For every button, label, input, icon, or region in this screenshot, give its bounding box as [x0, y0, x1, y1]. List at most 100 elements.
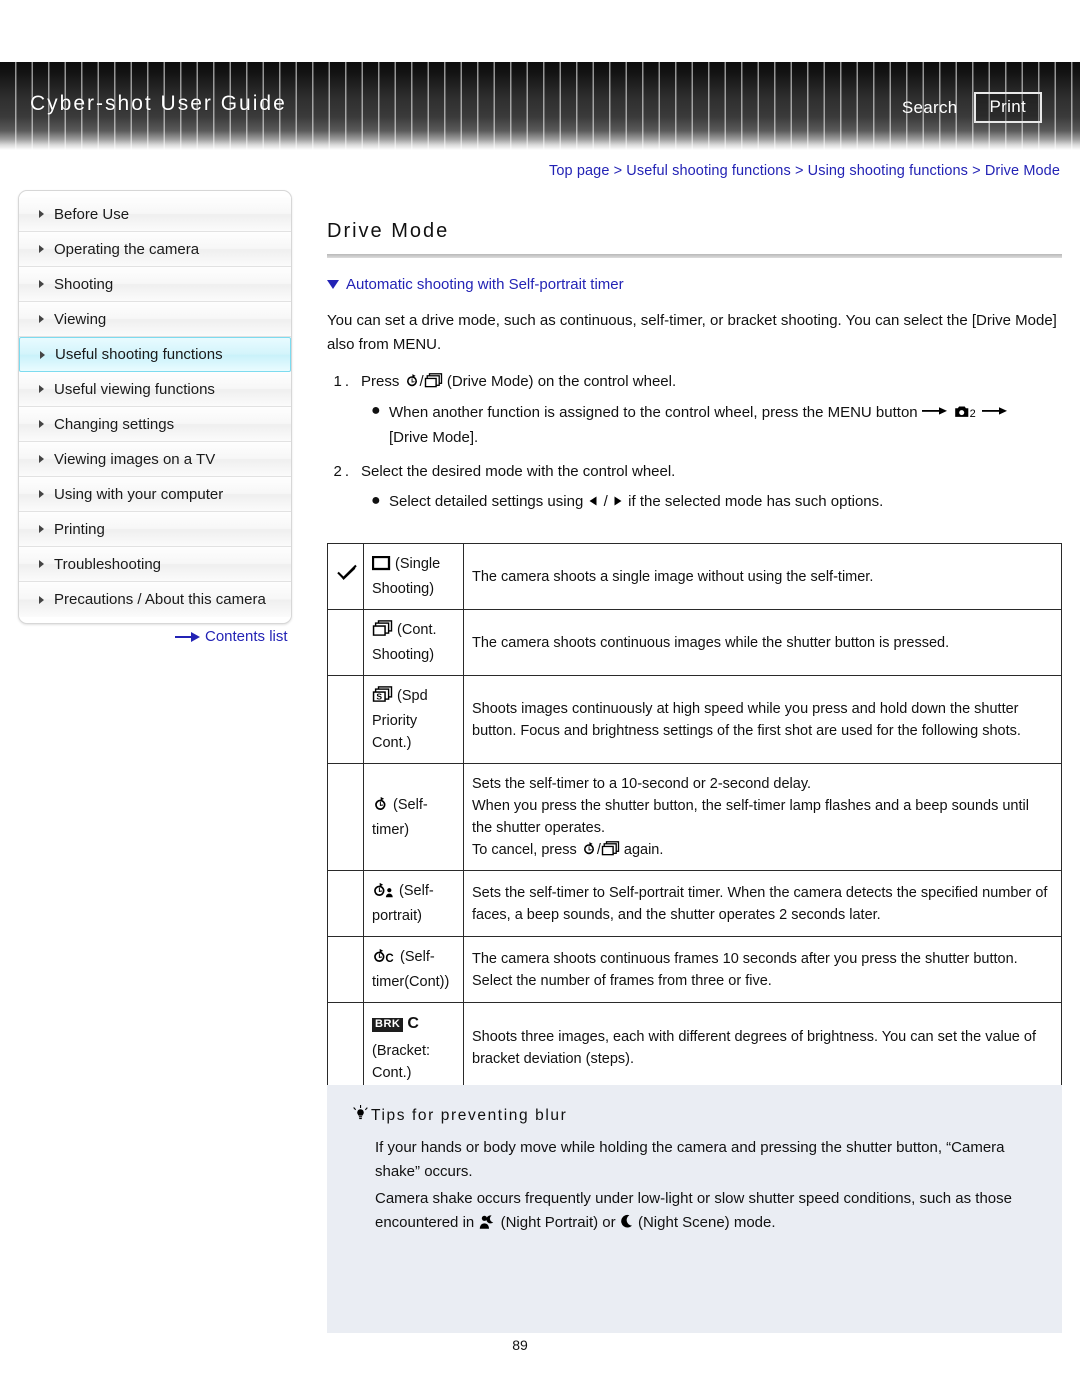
- chevron-right-icon: [39, 420, 44, 428]
- row-description-cell: The camera shoots a single image without…: [463, 542, 1062, 611]
- self-timer-icon: [581, 841, 597, 857]
- row-description-cell: Sets the self-timer to Self-portrait tim…: [463, 870, 1062, 938]
- desc-line-3: To cancel, press / again.: [472, 841, 664, 859]
- sidebar-item-viewing-images-on-a-tv[interactable]: Viewing images on a TV: [19, 442, 291, 477]
- step-number: 2.: [333, 463, 352, 481]
- tips-paragraph-2-mid: (Night Portrait) or: [500, 1213, 616, 1231]
- toggle-link-label: Automatic shooting with Self-portrait ti…: [346, 276, 624, 293]
- brk-badge: BRK: [372, 1018, 404, 1033]
- svg-text:C: C: [385, 953, 393, 964]
- desc-line-3-text: To cancel, press: [472, 842, 577, 859]
- row-checkmark-cell[interactable]: [327, 609, 364, 677]
- table-row: S (Spd Priority Cont.) Shoots images con…: [327, 675, 1062, 765]
- step-text-before: Press: [361, 372, 400, 390]
- sidebar-item-operating-the-camera[interactable]: Operating the camera: [19, 232, 291, 267]
- chevron-right-icon: [39, 490, 44, 498]
- main-content: Drive Mode Automatic shooting with Self-…: [327, 200, 1062, 1185]
- print-button[interactable]: Print: [973, 92, 1042, 123]
- sidebar-item-changing-settings[interactable]: Changing settings: [19, 407, 291, 442]
- sidebar-item-printing[interactable]: Printing: [19, 512, 291, 547]
- title-divider: [327, 254, 1062, 258]
- table-row: (Cont. Shooting) The camera shoots conti…: [327, 609, 1062, 677]
- sidebar-item-label: Useful shooting functions: [55, 346, 223, 363]
- contents-list-label: Contents list: [205, 628, 288, 645]
- sidebar-item-label: Viewing images on a TV: [54, 450, 216, 468]
- breadcrumb[interactable]: Top page > Useful shooting functions > U…: [549, 163, 1060, 179]
- tips-heading-label: Tips for preventing blur: [371, 1107, 568, 1124]
- table-row: BRK C (Bracket: Cont.) Shoots three imag…: [327, 1002, 1062, 1094]
- tips-paragraph-2: Camera shake occurs frequently under low…: [375, 1187, 1036, 1239]
- continuous-frames-icon: [372, 620, 393, 644]
- arrow-right-icon: [612, 490, 624, 506]
- sidebar-item-label: Shooting: [54, 275, 114, 293]
- row-checkmark-cell[interactable]: [327, 675, 364, 765]
- row-checkmark-cell[interactable]: [327, 542, 364, 611]
- row-checkmark-cell[interactable]: [327, 1002, 364, 1094]
- row-checkmark-cell[interactable]: [327, 870, 364, 938]
- checkmark-icon: [336, 564, 358, 582]
- bullet-text: When another function is assigned to the…: [389, 399, 1062, 452]
- row-description-cell: Shoots three images, each with different…: [463, 1002, 1062, 1094]
- header-actions: Search Print: [902, 92, 1042, 123]
- row-mode-cell: BRK C (Bracket: Cont.): [363, 1002, 464, 1094]
- sidebar-item-precautions-about-this-camera[interactable]: Precautions / About this camera: [19, 582, 291, 617]
- page-number: 89: [512, 1337, 528, 1353]
- search-button[interactable]: Search: [902, 98, 958, 118]
- bullet-text-after: if the selected mode has such options.: [628, 493, 884, 511]
- desc-line-1: Sets the self-timer to a 10-second or 2-…: [472, 776, 812, 793]
- self-timer-cont-icon: C: [372, 948, 396, 971]
- tips-paragraph-1: If your hands or body move while holding…: [375, 1139, 1005, 1181]
- desc-line-2: When you press the shutter button, the s…: [472, 798, 1029, 837]
- sidebar-item-label: Useful viewing functions: [54, 380, 215, 398]
- contents-list-link[interactable]: Contents list: [175, 628, 288, 645]
- sidebar-item-troubleshooting[interactable]: Troubleshooting: [19, 547, 291, 582]
- sidebar-item-shooting[interactable]: Shooting: [19, 267, 291, 302]
- sidebar-item-useful-shooting-functions[interactable]: Useful shooting functions: [19, 337, 291, 372]
- self-portrait-timer-icon: [372, 882, 395, 905]
- sidebar-item-viewing[interactable]: Viewing: [19, 302, 291, 337]
- self-portrait-toggle-link[interactable]: Automatic shooting with Self-portrait ti…: [327, 276, 1062, 293]
- page-title: Drive Mode: [327, 220, 450, 242]
- app-title: Cyber-shot User Guide: [30, 92, 287, 115]
- chevron-right-icon: [39, 595, 44, 604]
- sidebar-item-before-use[interactable]: Before Use: [19, 197, 291, 232]
- sidebar-nav: Before Use Operating the camera Shooting…: [18, 190, 292, 624]
- step-1: 1. Press / (Drive Mode) on the control w…: [327, 370, 1062, 394]
- step-number: 1.: [333, 372, 352, 390]
- row-mode-cell: S (Spd Priority Cont.): [363, 675, 464, 765]
- row-checkmark-cell[interactable]: [327, 763, 364, 872]
- tips-box: Tips for preventing blur If your hands o…: [327, 1085, 1062, 1333]
- bullet-text-after: [Drive Mode].: [389, 429, 479, 447]
- row-description-cell: The camera shoots continuous images whil…: [463, 609, 1062, 677]
- desc-line-3-tail: again.: [623, 842, 664, 859]
- bullet-text-before: Select detailed settings using: [389, 493, 584, 511]
- row-checkmark-cell[interactable]: [327, 936, 364, 1004]
- step-text: Select the desired mode with the control…: [361, 463, 676, 481]
- step-2-bullet-1: ● Select detailed settings using / if th…: [371, 489, 1062, 515]
- sidebar-item-label: Printing: [54, 520, 105, 538]
- lightbulb-icon: [353, 1105, 368, 1127]
- continuous-frames-icon: [424, 372, 443, 389]
- brk-suffix: C: [407, 1015, 419, 1033]
- continuous-frames-icon: [601, 841, 620, 857]
- chevron-right-icon: [39, 280, 44, 288]
- chevron-right-icon: [39, 455, 44, 463]
- step-1-bullet-1: ● When another function is assigned to t…: [371, 399, 1062, 452]
- sidebar-item-using-with-your-computer[interactable]: Using with your computer: [19, 477, 291, 512]
- sidebar-item-useful-viewing-functions[interactable]: Useful viewing functions: [19, 372, 291, 407]
- bullet-text-separator: /: [603, 493, 608, 511]
- bracket-cont-icon: BRK C: [372, 1012, 455, 1036]
- caret-down-icon: [327, 280, 339, 289]
- bullet-text-before: When another function is assigned to the…: [389, 403, 918, 421]
- row-mode-label: (Bracket: Cont.): [372, 1042, 431, 1081]
- chevron-right-icon: [39, 210, 44, 218]
- night-scene-icon: [620, 1214, 634, 1238]
- row-mode-cell: (Cont. Shooting): [363, 609, 464, 677]
- table-row: (Single Shooting) The camera shoots a si…: [327, 542, 1062, 611]
- row-description-cell: The camera shoots continuous frames 10 s…: [463, 936, 1062, 1004]
- sidebar-item-label: Before Use: [54, 205, 130, 223]
- single-frame-icon: [371, 555, 391, 578]
- self-timer-icon: [372, 796, 389, 819]
- row-mode-cell: C (Self-timer(Cont)): [363, 936, 464, 1004]
- tips-body: If your hands or body move while holding…: [375, 1136, 1036, 1238]
